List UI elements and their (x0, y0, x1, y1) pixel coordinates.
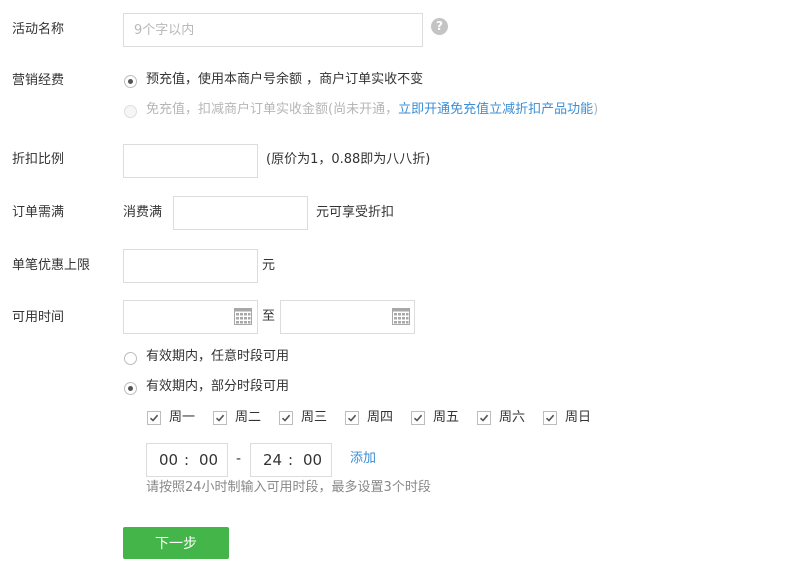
radio-prepaid-label: 预充值，使用本商户号余额 ，商户订单实收不变 (146, 72, 424, 87)
radio-free-prepaid[interactable] (124, 105, 137, 118)
weekday-label: 周日 (565, 410, 592, 425)
calendar-icon[interactable] (392, 308, 410, 325)
weekday-checkbox[interactable] (543, 411, 557, 425)
weekday-checkbox[interactable] (279, 411, 293, 425)
checkmark-icon (347, 414, 357, 422)
weekday-checkbox[interactable] (147, 411, 161, 425)
activity-name-label: 活动名称 (12, 22, 65, 37)
start-minute[interactable]: 00 (199, 451, 218, 469)
checkmark-icon (413, 414, 423, 422)
weekday-label: 周六 (499, 410, 526, 425)
question-circle-icon[interactable]: ? (431, 18, 448, 35)
free-prepaid-prefix: 免充值，扣减商户订单实收金额(尚未开通， (146, 102, 399, 117)
radio-any-time-label: 有效期内，任意时段可用 (146, 349, 290, 364)
weekday-label: 周三 (301, 410, 328, 425)
single-max-suffix: 元 (262, 258, 276, 273)
checkmark-icon (149, 414, 159, 422)
enable-free-prepaid-link[interactable]: 立即开通免充值立减折扣产品功能 (398, 102, 593, 117)
checkmark-icon (545, 414, 555, 422)
end-time-input[interactable]: 24 : 00 (250, 443, 332, 477)
date-range-separator: 至 (262, 309, 276, 324)
radio-prepaid[interactable] (124, 75, 137, 88)
order-min-prefix: 消费满 (123, 205, 163, 220)
free-prepaid-suffix: ) (593, 102, 599, 117)
weekday-checkbox[interactable] (345, 411, 359, 425)
next-step-button[interactable]: 下一步 (123, 527, 229, 559)
start-colon: : (184, 451, 190, 469)
checkmark-icon (281, 414, 291, 422)
end-colon: : (288, 451, 294, 469)
weekday-checkbox[interactable] (213, 411, 227, 425)
discount-label: 折扣比例 (12, 152, 65, 167)
checkmark-icon (479, 414, 489, 422)
single-max-label: 单笔优惠上限 (12, 258, 91, 273)
order-min-label: 订单需满 (12, 205, 65, 220)
discount-input[interactable] (123, 144, 258, 178)
weekday-checkbox[interactable] (477, 411, 491, 425)
calendar-icon[interactable] (234, 308, 252, 325)
radio-partial-time[interactable] (124, 382, 137, 395)
weekday-checkbox[interactable] (411, 411, 425, 425)
radio-free-prepaid-text: 免充值，扣减商户订单实收金额(尚未开通，立即开通免充值立减折扣产品功能) (146, 101, 598, 119)
checkmark-icon (215, 414, 225, 422)
start-hour[interactable]: 00 (159, 451, 178, 469)
weekday-label: 周五 (433, 410, 460, 425)
time-slot-hint: 请按照24小时制输入可用时段，最多设置3个时段 (146, 480, 431, 495)
discount-hint: (原价为1，0.88即为八八折) (266, 152, 431, 167)
order-min-input[interactable] (173, 196, 308, 230)
time-range-dash: - (236, 451, 242, 467)
activity-name-input[interactable] (123, 13, 423, 47)
weekday-label: 周二 (235, 410, 262, 425)
marketing-fee-label: 营销经费 (12, 73, 65, 88)
weekday-label: 周四 (367, 410, 394, 425)
weekday-label: 周一 (169, 410, 196, 425)
add-time-slot-link[interactable]: 添加 (350, 450, 376, 468)
single-max-input[interactable] (123, 249, 258, 283)
available-time-label: 可用时间 (12, 310, 65, 325)
start-time-input[interactable]: 00 : 00 (146, 443, 228, 477)
end-hour[interactable]: 24 (263, 451, 282, 469)
order-min-suffix: 元可享受折扣 (316, 205, 395, 220)
end-minute[interactable]: 00 (303, 451, 322, 469)
radio-partial-time-label: 有效期内，部分时段可用 (146, 379, 290, 394)
radio-any-time[interactable] (124, 352, 137, 365)
